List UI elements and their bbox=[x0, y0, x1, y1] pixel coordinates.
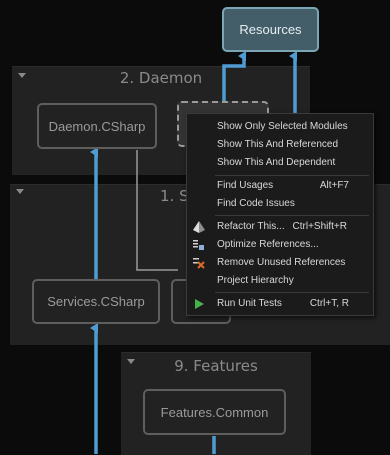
menu-show-referenced[interactable]: Show This And Referenced bbox=[187, 136, 373, 153]
menu-find-code-issues[interactable]: Find Code Issues bbox=[187, 195, 373, 212]
node-services-csharp[interactable]: Services.CSharp bbox=[32, 279, 160, 324]
menu-refactor[interactable]: Refactor This... Ctrl+Shift+R bbox=[187, 218, 373, 235]
refactor-shortcut: Ctrl+Shift+R bbox=[292, 221, 347, 232]
find-usages-shortcut: Alt+F7 bbox=[319, 180, 349, 191]
menu-optimize-references[interactable]: Optimize References... bbox=[187, 236, 373, 253]
menu-separator bbox=[215, 292, 369, 293]
edge-to-resources-left bbox=[222, 51, 246, 102]
context-menu: Show Only Selected Modules Show This And… bbox=[186, 113, 374, 316]
menu-separator bbox=[215, 215, 369, 216]
menu-run-unit-tests[interactable]: Run Unit Tests Ctrl+T, R bbox=[187, 295, 373, 312]
node-daemon-csharp[interactable]: Daemon.CSharp bbox=[37, 103, 157, 149]
optimize-references-icon bbox=[193, 239, 204, 250]
run-tests-icon bbox=[195, 298, 204, 309]
menu-find-usages[interactable]: Find Usages Alt+F7 bbox=[187, 177, 373, 194]
menu-show-selected[interactable]: Show Only Selected Modules bbox=[187, 118, 373, 135]
refactor-icon bbox=[193, 220, 205, 233]
menu-project-hierarchy[interactable]: Project Hierarchy bbox=[187, 272, 373, 289]
edge-gray-daemon bbox=[136, 150, 178, 271]
menu-remove-unused[interactable]: Remove Unused References bbox=[187, 254, 373, 271]
run-unit-tests-shortcut: Ctrl+T, R bbox=[309, 298, 349, 309]
remove-references-icon bbox=[193, 257, 205, 269]
node-resources[interactable]: Resources bbox=[222, 7, 319, 52]
dependency-diagram-canvas[interactable]: 2. Daemon 1. S 9. Features Resources Dae… bbox=[0, 0, 390, 455]
menu-separator bbox=[215, 175, 369, 176]
node-features-common[interactable]: Features.Common bbox=[143, 389, 286, 435]
menu-show-dependent[interactable]: Show This And Dependent bbox=[187, 154, 373, 171]
